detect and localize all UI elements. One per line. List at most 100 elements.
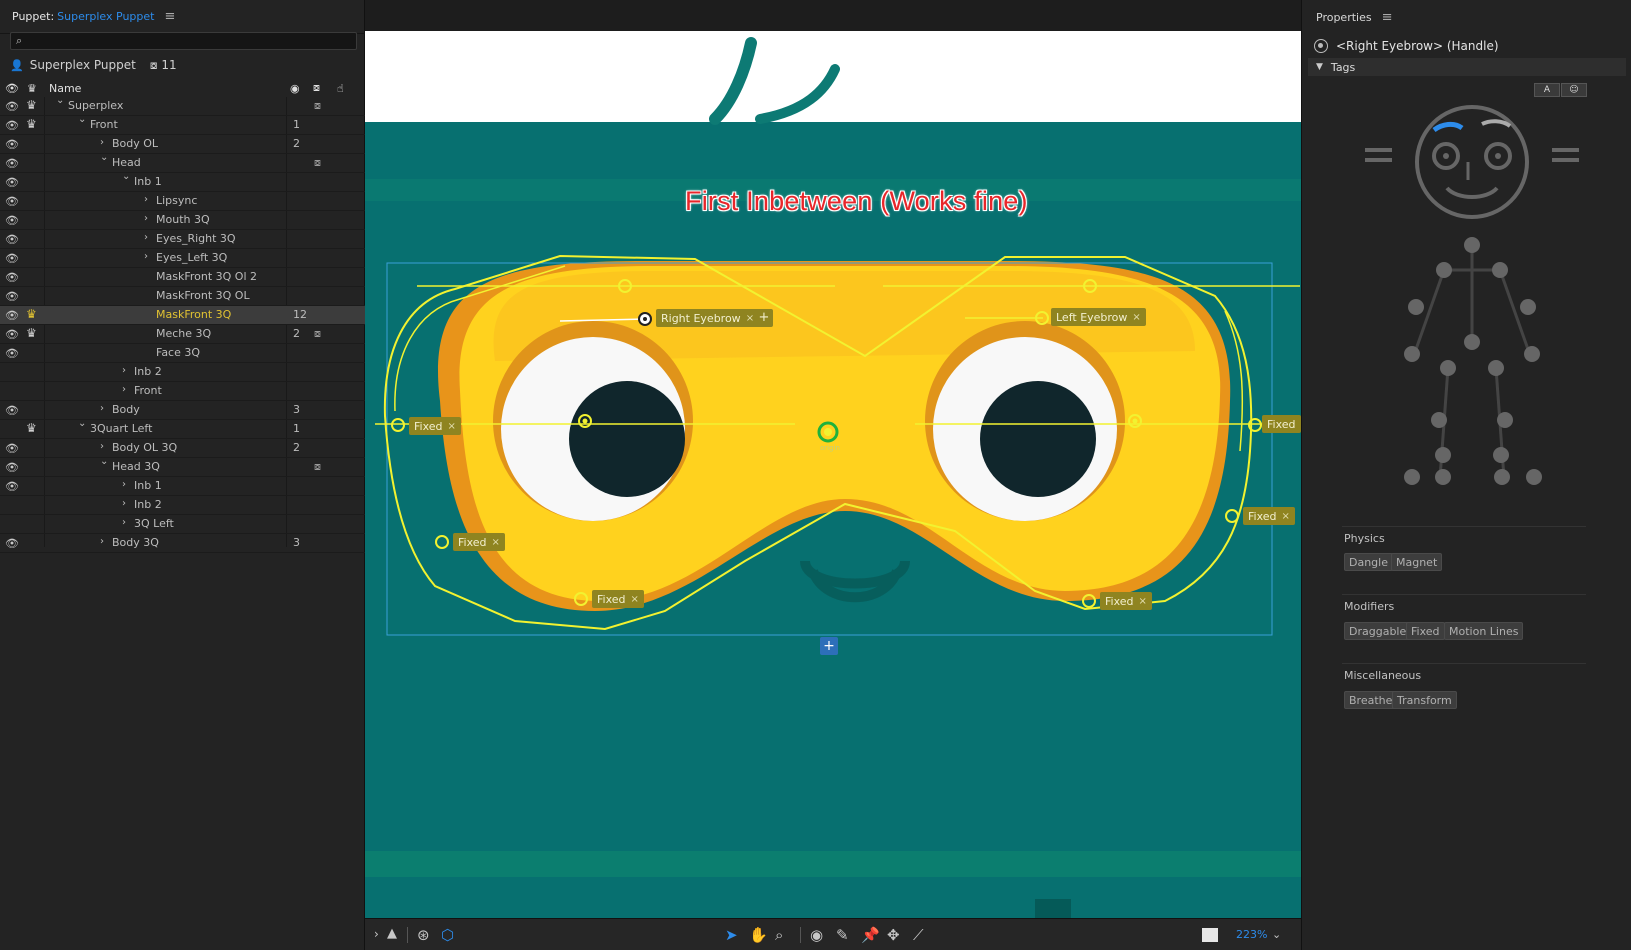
crown-empty-slot[interactable] (26, 231, 42, 247)
close-icon[interactable]: × (631, 594, 639, 605)
crown-empty-slot[interactable] (26, 478, 42, 494)
layer-row[interactable]: 👁 ⌄ Head 3Q ⧇ (0, 456, 365, 477)
layer-row[interactable]: 👁 ♛ ⌄ Front 1 (0, 114, 365, 135)
puppet-title-name[interactable]: Superplex Puppet (57, 10, 154, 23)
eye-hidden-icon[interactable] (5, 366, 19, 378)
layer-row[interactable]: 👁 Face 3Q (0, 344, 365, 363)
add-tag-button[interactable]: + (755, 309, 773, 327)
close-icon[interactable]: × (448, 421, 456, 432)
chevron-down-icon[interactable]: ⌄ (56, 95, 64, 106)
fixed-tag[interactable]: Fixed × (1100, 592, 1152, 610)
layer-row[interactable]: ♛ ⌄ 3Quart Left 1 (0, 418, 365, 439)
chevron-right-icon[interactable]: › (100, 403, 104, 414)
handle-dot[interactable] (391, 418, 405, 432)
chevron-right-icon[interactable]: › (122, 384, 126, 395)
pin-tool-icon[interactable]: 📌 (861, 926, 880, 944)
handle-column-icon[interactable]: ◉ (290, 82, 300, 95)
fixed-tag[interactable]: Fixed × (592, 590, 644, 608)
layer-row[interactable]: 👁 › Mouth 3Q (0, 211, 365, 230)
camera-icon[interactable]: ⧇ (314, 460, 321, 474)
crown-empty-slot[interactable] (26, 402, 42, 418)
chevron-right-icon[interactable]: › (122, 498, 126, 509)
search-box[interactable]: ⌕ (10, 32, 357, 50)
tag-chip-transform[interactable]: Transform (1392, 691, 1457, 709)
touch-column-icon[interactable]: ☝ (337, 82, 344, 95)
right-shoulder-tag[interactable] (1436, 262, 1452, 278)
eye-icon[interactable]: 👁 (5, 252, 19, 265)
close-icon[interactable]: × (492, 537, 500, 548)
handle-dot[interactable] (1225, 509, 1239, 523)
tag-chip-breathe[interactable]: Breathe (1344, 691, 1398, 709)
eye-icon[interactable]: 👁 (5, 214, 19, 227)
layer-row[interactable]: 👁 › Inb 1 (0, 477, 365, 496)
left-heel-tag[interactable] (1526, 469, 1542, 485)
eye-icon[interactable]: 👁 (5, 309, 19, 322)
right-knee-tag[interactable] (1431, 412, 1447, 428)
waist-tag[interactable] (1464, 334, 1480, 350)
crown-empty-slot[interactable] (26, 497, 42, 513)
left-knee-tag[interactable] (1497, 412, 1513, 428)
tag-chip-draggable[interactable]: Draggable (1344, 622, 1412, 640)
right-toe-tag[interactable] (1435, 469, 1451, 485)
handle-tool-icon[interactable]: ◉ (810, 926, 823, 944)
chevron-right-icon[interactable]: › (144, 232, 148, 243)
zoom-icon[interactable]: ⌕ (775, 926, 783, 944)
close-icon[interactable]: × (1282, 511, 1290, 522)
chevron-right-icon[interactable]: › (144, 213, 148, 224)
search-input[interactable] (31, 34, 351, 48)
transform-tool-icon[interactable]: ✥ (887, 926, 900, 944)
close-icon[interactable]: × (746, 313, 754, 324)
eye-icon[interactable]: 👁 (5, 271, 19, 284)
right-heel-tag[interactable] (1404, 469, 1420, 485)
left-hip-tag[interactable] (1488, 360, 1504, 376)
left-elbow-tag[interactable] (1520, 299, 1536, 315)
crown-empty-slot[interactable] (26, 250, 42, 266)
chevron-down-icon[interactable]: ⌄ (1272, 928, 1281, 941)
chevron-down-icon[interactable]: ⌄ (78, 114, 86, 125)
chevron-down-icon[interactable]: ⌄ (122, 171, 130, 182)
dragger-tool-icon[interactable]: ✎ (836, 926, 849, 944)
chevron-down-icon[interactable]: ⌄ (100, 152, 108, 163)
layer-row[interactable]: 👁 MaskFront 3Q OL (0, 287, 365, 306)
chevron-right-icon[interactable]: › (144, 194, 148, 205)
layer-row[interactable]: › Front (0, 382, 365, 401)
eye-icon[interactable]: 👁 (5, 119, 19, 132)
fixed-tag[interactable]: Fixed × (409, 417, 461, 435)
eye-icon[interactable]: 👁 (5, 442, 19, 455)
layer-row[interactable]: › Inb 2 (0, 363, 365, 382)
chevron-right-icon[interactable]: › (100, 441, 104, 452)
right-eyebrow-tag-selected[interactable] (1432, 121, 1464, 133)
crown-empty-slot[interactable] (26, 174, 42, 190)
layer-row[interactable]: 👁 › Lipsync (0, 192, 365, 211)
mouth-tag[interactable] (1445, 186, 1499, 199)
layer-row[interactable]: 👁 ⌄ Inb 1 (0, 171, 365, 192)
close-icon[interactable]: × (1139, 596, 1147, 607)
left-eyebrow-tag-shape[interactable] (1481, 119, 1512, 128)
hand-icon[interactable]: ✋ (749, 926, 768, 944)
crown-empty-slot[interactable] (26, 269, 42, 285)
chevron-down-icon[interactable]: ⌄ (100, 456, 108, 467)
panel-menu-icon[interactable]: ≡ (1382, 10, 1393, 25)
layer-row[interactable]: 👁 › Eyes_Right 3Q (0, 230, 365, 249)
stick-tool-icon[interactable]: ⟋ (913, 926, 924, 944)
tag-chip-magnet[interactable]: Magnet (1391, 553, 1443, 571)
layer-row[interactable]: 👁 › Body 3Q 3 (0, 534, 365, 553)
crown-icon[interactable]: ♛ (26, 307, 42, 323)
tags-section-header[interactable]: ▼ Tags (1308, 58, 1626, 76)
panel-menu-icon[interactable]: ≡ (164, 9, 175, 24)
shape-icon[interactable]: ⬡ (441, 926, 454, 944)
left-wrist-tag[interactable] (1524, 346, 1540, 362)
chevron-right-icon[interactable]: › (374, 927, 379, 941)
zoom-level[interactable]: 223% (1236, 928, 1267, 941)
crown-icon[interactable]: ♛ (26, 98, 42, 114)
crown-empty-slot[interactable] (26, 535, 42, 551)
left-eyebrow-tag[interactable]: Left Eyebrow × (1051, 308, 1146, 326)
left-toe-tag[interactable] (1494, 469, 1510, 485)
warning-icon[interactable]: ▲ (387, 926, 397, 941)
layer-row[interactable]: 👁 ♛ ⌄ Superplex ⧇ (0, 95, 365, 116)
crown-empty-slot[interactable] (26, 364, 42, 380)
close-icon[interactable]: × (1132, 312, 1140, 323)
crown-icon[interactable]: ♛ (26, 326, 42, 342)
crown-icon[interactable]: ♛ (26, 117, 42, 133)
eye-icon[interactable]: 👁 (5, 138, 19, 151)
